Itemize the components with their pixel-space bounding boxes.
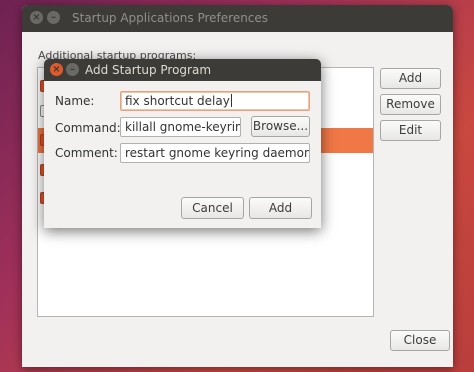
browse-button[interactable]: Browse... [251,116,310,137]
command-label: Command: [55,121,121,135]
close-icon[interactable]: × [50,63,63,76]
minimize-icon[interactable]: – [66,63,79,76]
text-caret [230,94,232,107]
close-icon[interactable]: × [30,11,43,24]
remove-button[interactable]: Remove [380,94,441,115]
main-titlebar: × – Startup Applications Preferences [22,5,453,32]
add-button[interactable]: Add [380,68,441,89]
add-startup-program-dialog: × – Add Startup Program Name: fix shortc… [44,59,321,228]
edit-button[interactable]: Edit [380,120,441,141]
command-value: killall gnome-keyring-d [125,120,240,134]
dialog-titlebar: × – Add Startup Program [44,59,321,81]
name-label: Name: [55,94,95,108]
comment-value: restart gnome keyring daemon [125,146,310,160]
add-program-button[interactable]: Add [249,197,312,219]
cancel-button[interactable]: Cancel [181,197,244,219]
dialog-title: Add Startup Program [85,63,212,77]
window-title: Startup Applications Preferences [72,11,269,25]
close-button[interactable]: Close [390,330,450,351]
name-field[interactable]: fix shortcut delay [120,91,310,111]
comment-label: Comment: [55,146,118,160]
comment-field[interactable]: restart gnome keyring daemon [120,143,310,163]
command-field[interactable]: killall gnome-keyring-d [120,117,241,137]
name-value: fix shortcut delay [125,94,230,108]
minimize-icon[interactable]: – [47,11,60,24]
